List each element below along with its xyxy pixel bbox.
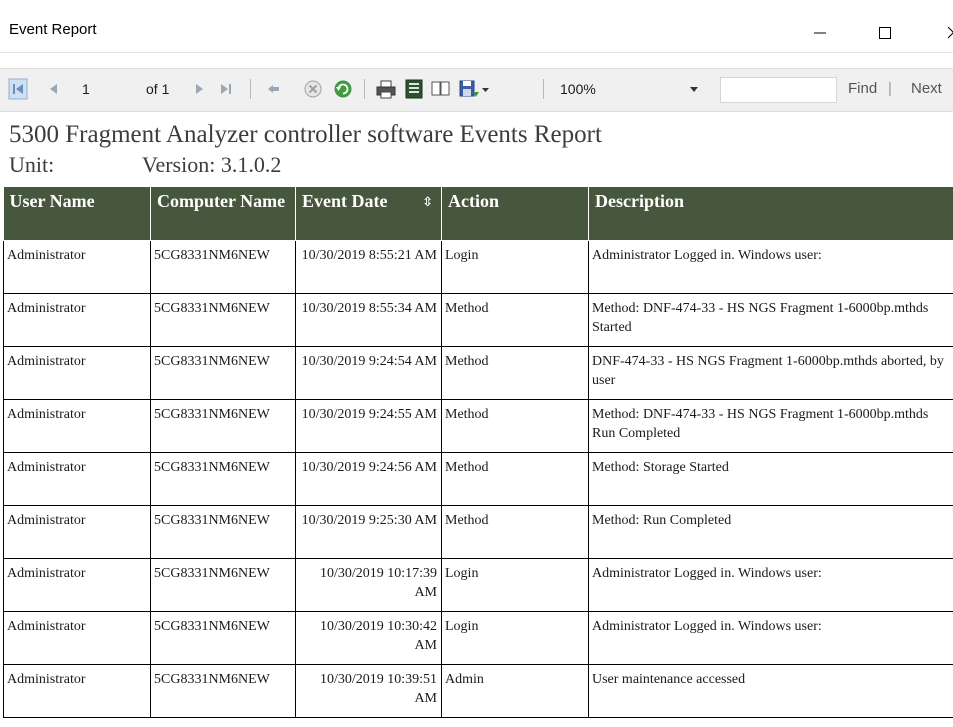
table-row: Administrator 5CG8331NM6NEW 10/30/2019 8:5… — [3, 292, 953, 347]
sort-icon[interactable]: ⇳ — [422, 193, 433, 213]
unit-label: Unit: — [9, 152, 55, 177]
cell-description: Method: DNF-474-33 - HS NGS Fragment 1-6… — [588, 292, 953, 347]
save-dropdown-icon[interactable] — [480, 78, 492, 100]
cell-computer-name: 5CG8331NM6NEW — [150, 239, 296, 294]
maximize-button[interactable] — [862, 0, 908, 52]
cell-event-date: 10/30/2019 8:55:34 AM — [295, 292, 442, 347]
cell-description: Administrator Logged in. Windows user: — [588, 610, 953, 665]
report-title: 5300 Fragment Analyzer controller softwa… — [9, 121, 602, 148]
column-header-event-date-label: Event Date — [302, 191, 388, 211]
toolbar-separator — [364, 79, 365, 99]
cell-event-date: 10/30/2019 9:24:56 AM — [295, 451, 442, 506]
cell-event-date: 10/30/2019 10:17:39 AM — [295, 557, 442, 612]
table-row: Administrator 5CG8331NM6NEW 10/30/2019 8:5… — [3, 239, 953, 294]
title-bar: Event Report — [0, 0, 953, 53]
cell-computer-name: 5CG8331NM6NEW — [150, 292, 296, 347]
toolbar-separator — [250, 79, 251, 99]
cell-description: Method: Storage Started — [588, 451, 953, 506]
cell-description: Method: DNF-474-33 - HS NGS Fragment 1-6… — [588, 398, 953, 453]
cell-user-name: Administrator — [3, 557, 151, 612]
version-label: Version: 3.1.0.2 — [142, 152, 282, 177]
save-icon[interactable] — [458, 78, 480, 100]
cell-computer-name: 5CG8331NM6NEW — [150, 663, 296, 718]
cell-computer-name: 5CG8331NM6NEW — [150, 398, 296, 453]
cell-event-date: 10/30/2019 10:30:42 AM — [295, 610, 442, 665]
cell-user-name: Administrator — [3, 504, 151, 559]
cell-action: Method — [441, 292, 589, 347]
print-icon[interactable] — [375, 78, 397, 100]
minimize-icon — [814, 32, 826, 34]
cell-computer-name: 5CG8331NM6NEW — [150, 345, 296, 400]
back-icon[interactable] — [262, 78, 284, 100]
table-row: Administrator 5CG8331NM6NEW 10/30/2019 9:2… — [3, 345, 953, 400]
cell-user-name: Administrator — [3, 292, 151, 347]
cell-user-name: Administrator — [3, 239, 151, 294]
table-row: Administrator 5CG8331NM6NEW 10/30/2019 9:2… — [3, 398, 953, 453]
window-title: Event Report — [9, 21, 97, 38]
cell-user-name: Administrator — [3, 610, 151, 665]
next-page-icon[interactable] — [190, 78, 212, 100]
cell-action: Method — [441, 345, 589, 400]
cell-event-date: 10/30/2019 9:25:30 AM — [295, 504, 442, 559]
table-row: Administrator 5CG8331NM6NEW 10/30/2019 10:… — [3, 663, 953, 718]
table-row: Administrator 5CG8331NM6NEW 10/30/2019 10:… — [3, 557, 953, 612]
next-link[interactable]: Next — [911, 78, 942, 100]
column-header-computer-name[interactable]: Computer Name — [150, 187, 296, 241]
cell-event-date: 10/30/2019 8:55:21 AM — [295, 239, 442, 294]
table-row: Administrator 5CG8331NM6NEW 10/30/2019 9:2… — [3, 451, 953, 506]
chevron-down-icon — [690, 87, 698, 92]
refresh-icon[interactable] — [332, 78, 354, 100]
cell-event-date: 10/30/2019 9:24:55 AM — [295, 398, 442, 453]
close-icon — [947, 26, 953, 39]
cell-event-date: 10/30/2019 9:24:54 AM — [295, 345, 442, 400]
table-row: Administrator 5CG8331NM6NEW 10/30/2019 10:… — [3, 610, 953, 665]
cell-computer-name: 5CG8331NM6NEW — [150, 504, 296, 559]
cell-action: Login — [441, 610, 589, 665]
find-link[interactable]: Find — [848, 78, 877, 100]
stop-icon[interactable] — [302, 78, 324, 100]
cell-user-name: Administrator — [3, 398, 151, 453]
zoom-select[interactable]: 100% — [552, 77, 710, 101]
print-layout-icon[interactable] — [403, 78, 425, 100]
cell-action: Login — [441, 557, 589, 612]
cell-action: Method — [441, 451, 589, 506]
cell-computer-name: 5CG8331NM6NEW — [150, 451, 296, 506]
report-toolbar: of 1 100% Find | Next — [0, 68, 953, 112]
cell-user-name: Administrator — [3, 451, 151, 506]
cell-description: Administrator Logged in. Windows user: — [588, 557, 953, 612]
cell-action: Login — [441, 239, 589, 294]
cell-event-date: 10/30/2019 10:39:51 AM — [295, 663, 442, 718]
cell-action: Admin — [441, 663, 589, 718]
cell-description: Method: Run Completed — [588, 504, 953, 559]
cell-computer-name: 5CG8331NM6NEW — [150, 557, 296, 612]
page-count-label: of 1 — [146, 81, 170, 97]
table-row: Administrator 5CG8331NM6NEW 10/30/2019 9:2… — [3, 504, 953, 559]
column-header-event-date[interactable]: Event Date ⇳ — [295, 187, 442, 241]
cell-description: DNF-474-33 - HS NGS Fragment 1-6000bp.mt… — [588, 345, 953, 400]
events-table: User Name Computer Name Event Date ⇳ Acti… — [3, 187, 953, 718]
table-header-row: User Name Computer Name Event Date ⇳ Acti… — [3, 187, 953, 241]
cell-user-name: Administrator — [3, 345, 151, 400]
last-page-icon[interactable] — [216, 78, 238, 100]
cell-action: Method — [441, 398, 589, 453]
column-header-user-name[interactable]: User Name — [3, 187, 151, 241]
find-input[interactable] — [720, 77, 837, 103]
first-page-icon[interactable] — [8, 78, 30, 100]
cell-action: Method — [441, 504, 589, 559]
column-header-action[interactable]: Action — [441, 187, 589, 241]
close-button[interactable] — [930, 0, 953, 52]
column-header-description[interactable]: Description — [588, 187, 953, 241]
maximize-icon — [879, 27, 891, 39]
toolbar-separator — [543, 79, 544, 99]
cell-user-name: Administrator — [3, 663, 151, 718]
cell-description: Administrator Logged in. Windows user: — [588, 239, 953, 294]
zoom-value: 100% — [560, 81, 596, 97]
previous-page-icon[interactable] — [45, 78, 67, 100]
cell-description: User maintenance accessed — [588, 663, 953, 718]
cell-computer-name: 5CG8331NM6NEW — [150, 610, 296, 665]
find-separator: | — [888, 80, 892, 97]
page-number-input[interactable] — [82, 78, 122, 100]
page-setup-icon[interactable] — [430, 78, 452, 100]
minimize-button[interactable] — [796, 0, 842, 52]
